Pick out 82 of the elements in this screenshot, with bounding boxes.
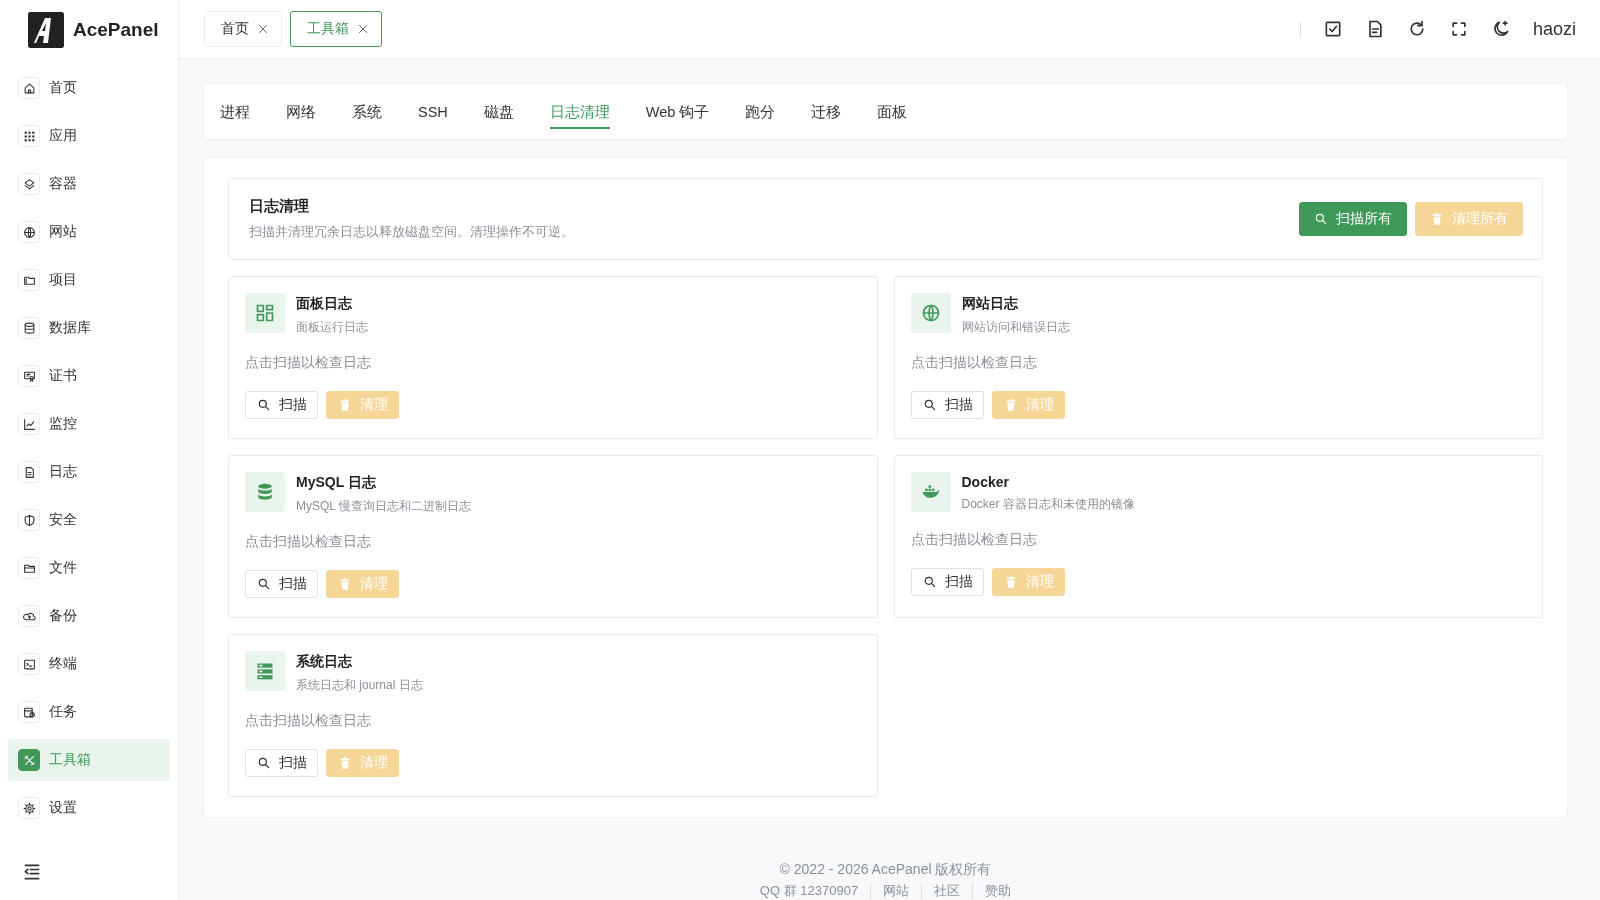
panel-title: 日志清理 (249, 197, 310, 216)
card-title: 面板日志 (296, 295, 353, 313)
database-icon (255, 482, 275, 502)
server-icon (255, 661, 275, 681)
status-text: 点击扫描以检查日志 (245, 712, 372, 730)
trash-icon (338, 756, 352, 770)
close-icon (357, 23, 369, 35)
sidebar-item[interactable]: 项目 (8, 259, 170, 301)
card-title: MySQL 日志 (296, 474, 377, 492)
status-text: 点击扫描以检查日志 (245, 533, 372, 551)
trash-icon (1430, 212, 1444, 226)
sidebar-item[interactable]: 备份 (8, 595, 170, 637)
sidebar-item[interactable]: 安全 (8, 499, 170, 541)
scan-button[interactable]: 扫描 (245, 749, 318, 777)
page-tab[interactable]: 工具箱 (290, 11, 382, 47)
search-icon (257, 577, 271, 591)
card-subtitle: 系统日志和 journal 日志 (296, 677, 423, 694)
collapse-menu-icon (22, 862, 42, 882)
sidebar-item[interactable]: 日志 (8, 451, 170, 493)
sidebar-item[interactable]: 任务 (8, 691, 170, 733)
search-icon (922, 575, 937, 589)
logo-icon (28, 12, 64, 48)
sidebar-item[interactable]: 容器 (8, 163, 170, 205)
tab[interactable]: 面板 (877, 96, 908, 129)
sidebar-item[interactable]: 终端 (8, 643, 170, 685)
trash-icon (338, 398, 352, 412)
sidebar-item[interactable]: 网站 (8, 211, 170, 253)
sidebar-item[interactable]: 数据库 (8, 307, 170, 349)
tab[interactable]: 跑分 (745, 96, 776, 129)
sidebar-item[interactable]: 首页 (8, 67, 170, 109)
status-text: 点击扫描以检查日志 (245, 354, 372, 372)
tab[interactable]: 磁盘 (483, 96, 514, 129)
database-icon (22, 321, 36, 335)
sidebar-item[interactable]: 监控 (8, 403, 170, 445)
card-subtitle: MySQL 慢查询日志和二进制日志 (296, 498, 471, 515)
card-subtitle: Docker 容器日志和未使用的镜像 (961, 496, 1135, 513)
brand-name: AcePanel (73, 19, 159, 41)
search-icon (257, 756, 271, 770)
trash-icon (338, 577, 352, 591)
calendar-clock-icon (22, 705, 36, 719)
tab[interactable]: Web 钩子 (645, 96, 710, 129)
card-subtitle: 面板运行日志 (296, 319, 368, 336)
search-icon (922, 398, 937, 412)
status-text: 点击扫描以检查日志 (910, 531, 1038, 549)
tools-icon (22, 753, 36, 767)
scan-button[interactable]: 扫描 (245, 570, 318, 598)
panel-description: 扫描并清理冗余日志以释放磁盘空间。清理操作不可逆。 (249, 224, 574, 241)
user-name[interactable]: haozi (1532, 18, 1576, 40)
tab[interactable]: 日志清理 (549, 96, 610, 129)
terminal-icon (22, 657, 36, 671)
certificate-icon (22, 369, 36, 383)
tab[interactable]: 系统 (352, 96, 382, 129)
scan-button[interactable]: 扫描 (910, 568, 984, 596)
search-icon (257, 398, 271, 412)
grid-icon (22, 129, 36, 143)
chart-icon (22, 417, 36, 431)
sidebar-item[interactable]: 文件 (8, 547, 170, 589)
sidebar-item[interactable]: 证书 (8, 355, 170, 397)
dashboard-icon (255, 303, 275, 323)
card-title: Docker (961, 474, 1010, 490)
page-tab[interactable]: 首页 (204, 11, 282, 47)
tab[interactable]: 网络 (286, 96, 316, 129)
tab[interactable]: 进程 (220, 96, 250, 129)
layers-icon (22, 177, 36, 191)
tab[interactable]: 迁移 (811, 96, 842, 129)
search-icon (1314, 212, 1328, 226)
globe-icon (920, 303, 941, 323)
sidebar-item[interactable]: 应用 (8, 115, 170, 157)
globe-icon (22, 225, 36, 239)
close-icon (257, 23, 269, 35)
scan-button[interactable]: 扫描 (245, 391, 318, 419)
scan-button[interactable]: 扫描所有 (1299, 202, 1407, 236)
card-title: 系统日志 (296, 653, 353, 671)
status-text: 点击扫描以检查日志 (910, 354, 1038, 372)
tab[interactable]: SSH (418, 98, 448, 127)
card-title: 网站日志 (961, 295, 1019, 313)
card-subtitle: 网站访问和错误日志 (961, 319, 1070, 336)
copyright-text: © 2022 - 2026 AcePanel 版权所有 (779, 861, 992, 879)
scan-button[interactable]: 扫描 (910, 391, 984, 419)
home-icon (22, 81, 36, 95)
shield-icon (22, 513, 36, 527)
sidebar-item[interactable]: 设置 (8, 787, 170, 829)
